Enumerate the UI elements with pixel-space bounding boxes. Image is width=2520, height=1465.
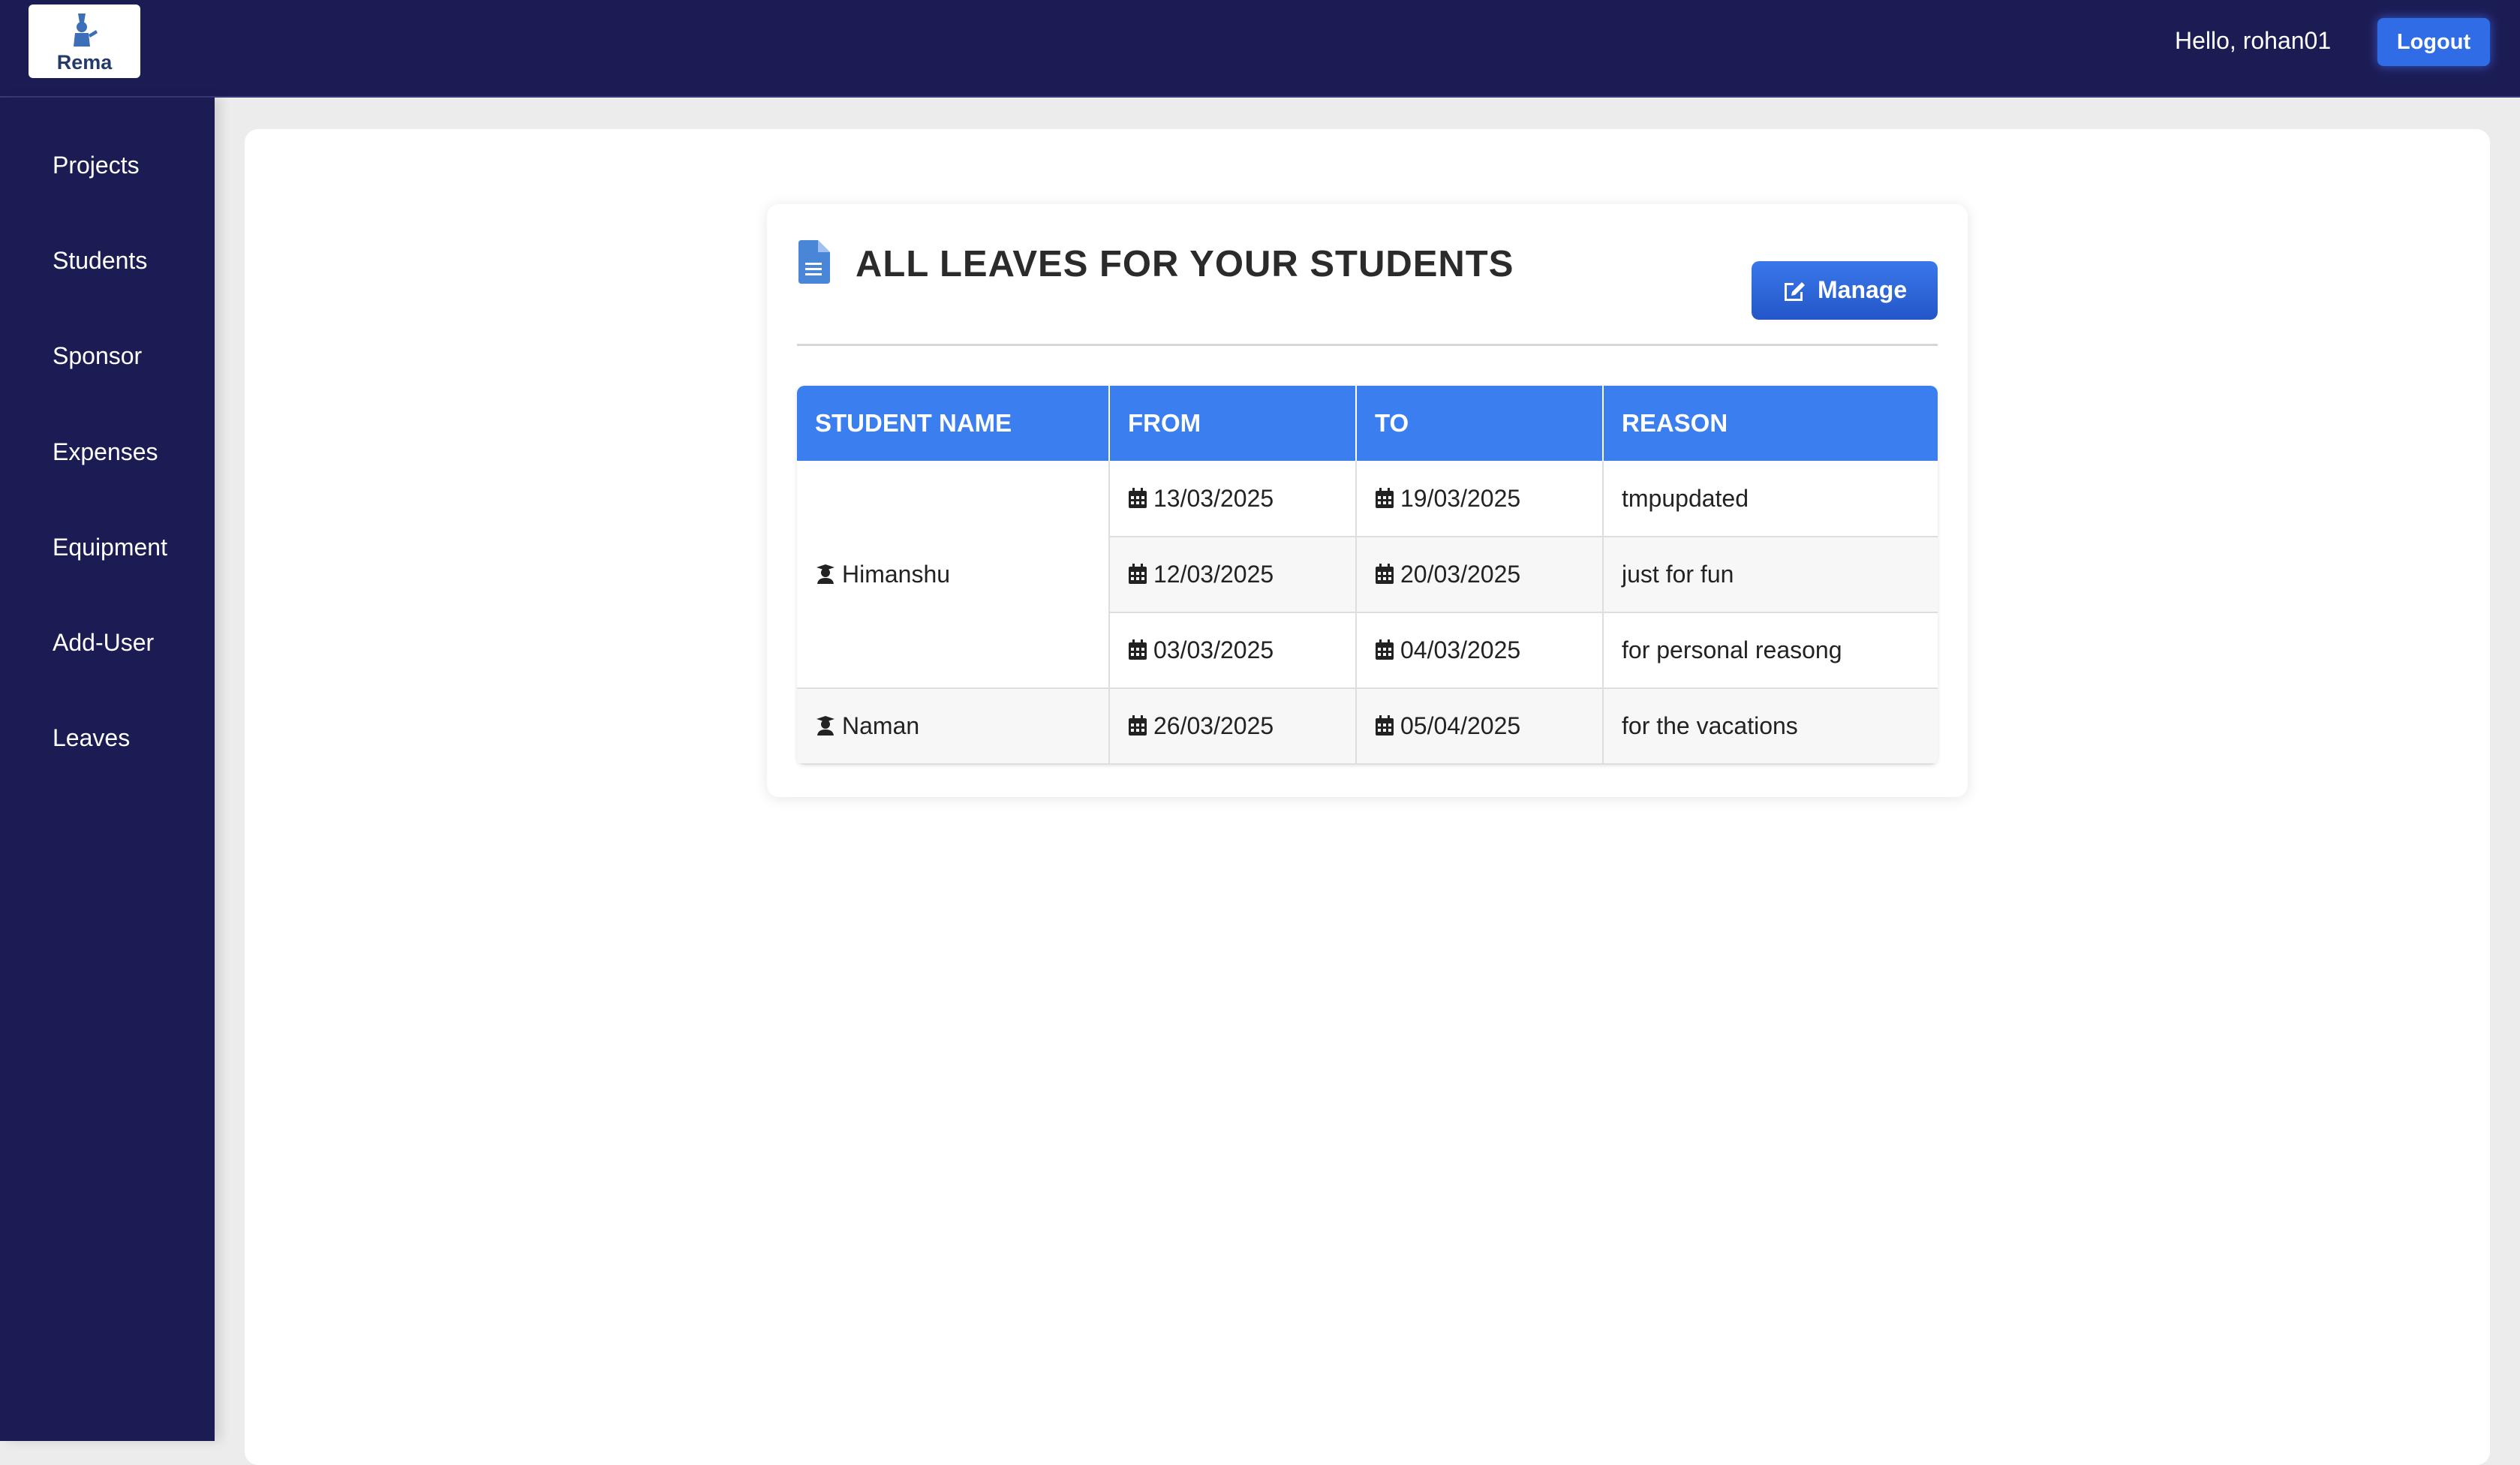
to-date: 05/04/2025 <box>1400 712 1521 739</box>
from-cell: 13/03/2025 <box>1109 461 1357 537</box>
to-date: 04/03/2025 <box>1400 636 1521 663</box>
sidebar-item-projects[interactable]: Projects <box>53 152 140 179</box>
student-name-cell: Naman <box>797 688 1110 765</box>
calendar-icon <box>1129 715 1147 736</box>
calendar-icon <box>1376 564 1394 584</box>
to-cell: 19/03/2025 <box>1356 461 1604 537</box>
reason-cell: for personal reasong <box>1603 612 1938 689</box>
from-cell: 03/03/2025 <box>1109 612 1357 689</box>
table-row: Naman 26/03/2025 05/04/2025 for the vaca… <box>797 688 1938 765</box>
table-row: Himanshu 13/03/2025 19/03/2025 tmpupdate… <box>797 461 1938 689</box>
manage-label: Manage <box>1818 276 1908 303</box>
from-date: 13/03/2025 <box>1153 484 1274 512</box>
to-cell: 04/03/2025 <box>1356 612 1604 689</box>
user-graduate-icon <box>816 564 834 584</box>
column-header-from: FROM <box>1109 386 1357 461</box>
sidebar: Projects Students Sponsor Expenses Equip… <box>0 98 215 1441</box>
page-title: ALL LEAVES FOR YOUR STUDENTS <box>856 244 1514 284</box>
leaves-table: STUDENT NAME FROM TO REASON Himanshu 13/… <box>797 386 1938 765</box>
from-date: 26/03/2025 <box>1153 712 1274 739</box>
graduate-pen-icon <box>74 14 98 47</box>
to-date: 19/03/2025 <box>1400 484 1521 512</box>
edit-icon <box>1785 282 1805 301</box>
calendar-icon <box>1129 487 1147 508</box>
document-icon <box>798 240 830 284</box>
logout-button[interactable]: Logout <box>2377 18 2490 66</box>
user-greeting: Hello, rohan01 <box>2175 27 2332 54</box>
sidebar-item-sponsor[interactable]: Sponsor <box>53 342 142 370</box>
sidebar-item-equipment[interactable]: Equipment <box>53 534 167 561</box>
column-header-reason: REASON <box>1603 386 1938 461</box>
from-cell: 26/03/2025 <box>1109 688 1357 765</box>
from-cell: 12/03/2025 <box>1109 537 1357 613</box>
to-cell: 05/04/2025 <box>1356 688 1604 765</box>
calendar-icon <box>1376 715 1394 736</box>
calendar-icon <box>1376 639 1394 660</box>
student-name: Naman <box>842 712 920 739</box>
reason-cell: tmpupdated <box>1603 461 1938 537</box>
calendar-icon <box>1129 564 1147 584</box>
calendar-icon <box>1376 487 1394 508</box>
title-divider <box>797 344 1938 346</box>
column-header-to: TO <box>1356 386 1604 461</box>
top-navbar: Rema Hello, rohan01 Logout <box>0 0 2520 98</box>
calendar-icon <box>1129 639 1147 660</box>
to-cell: 20/03/2025 <box>1356 537 1604 613</box>
sidebar-item-leaves[interactable]: Leaves <box>53 724 130 752</box>
sidebar-item-students[interactable]: Students <box>53 247 147 275</box>
from-date: 03/03/2025 <box>1153 636 1274 663</box>
user-graduate-icon <box>816 716 834 736</box>
sidebar-item-add-user[interactable]: Add-User <box>53 629 154 657</box>
table-header-row: STUDENT NAME FROM TO REASON <box>797 386 1938 461</box>
to-date: 20/03/2025 <box>1400 561 1521 588</box>
logo-text: Rema <box>56 51 113 74</box>
reason-cell: for the vacations <box>1603 688 1938 765</box>
student-name: Himanshu <box>842 560 951 588</box>
student-name-cell: Himanshu <box>797 461 1110 689</box>
column-header-student-name: STUDENT NAME <box>797 386 1110 461</box>
reason-cell: just for fun <box>1603 537 1938 613</box>
manage-button[interactable]: Manage <box>1752 261 1938 320</box>
leaves-card: ALL LEAVES FOR YOUR STUDENTS Manage STUD… <box>767 204 1968 797</box>
from-date: 12/03/2025 <box>1153 561 1274 588</box>
app-logo[interactable]: Rema <box>29 5 140 78</box>
sidebar-item-expenses[interactable]: Expenses <box>53 438 158 466</box>
